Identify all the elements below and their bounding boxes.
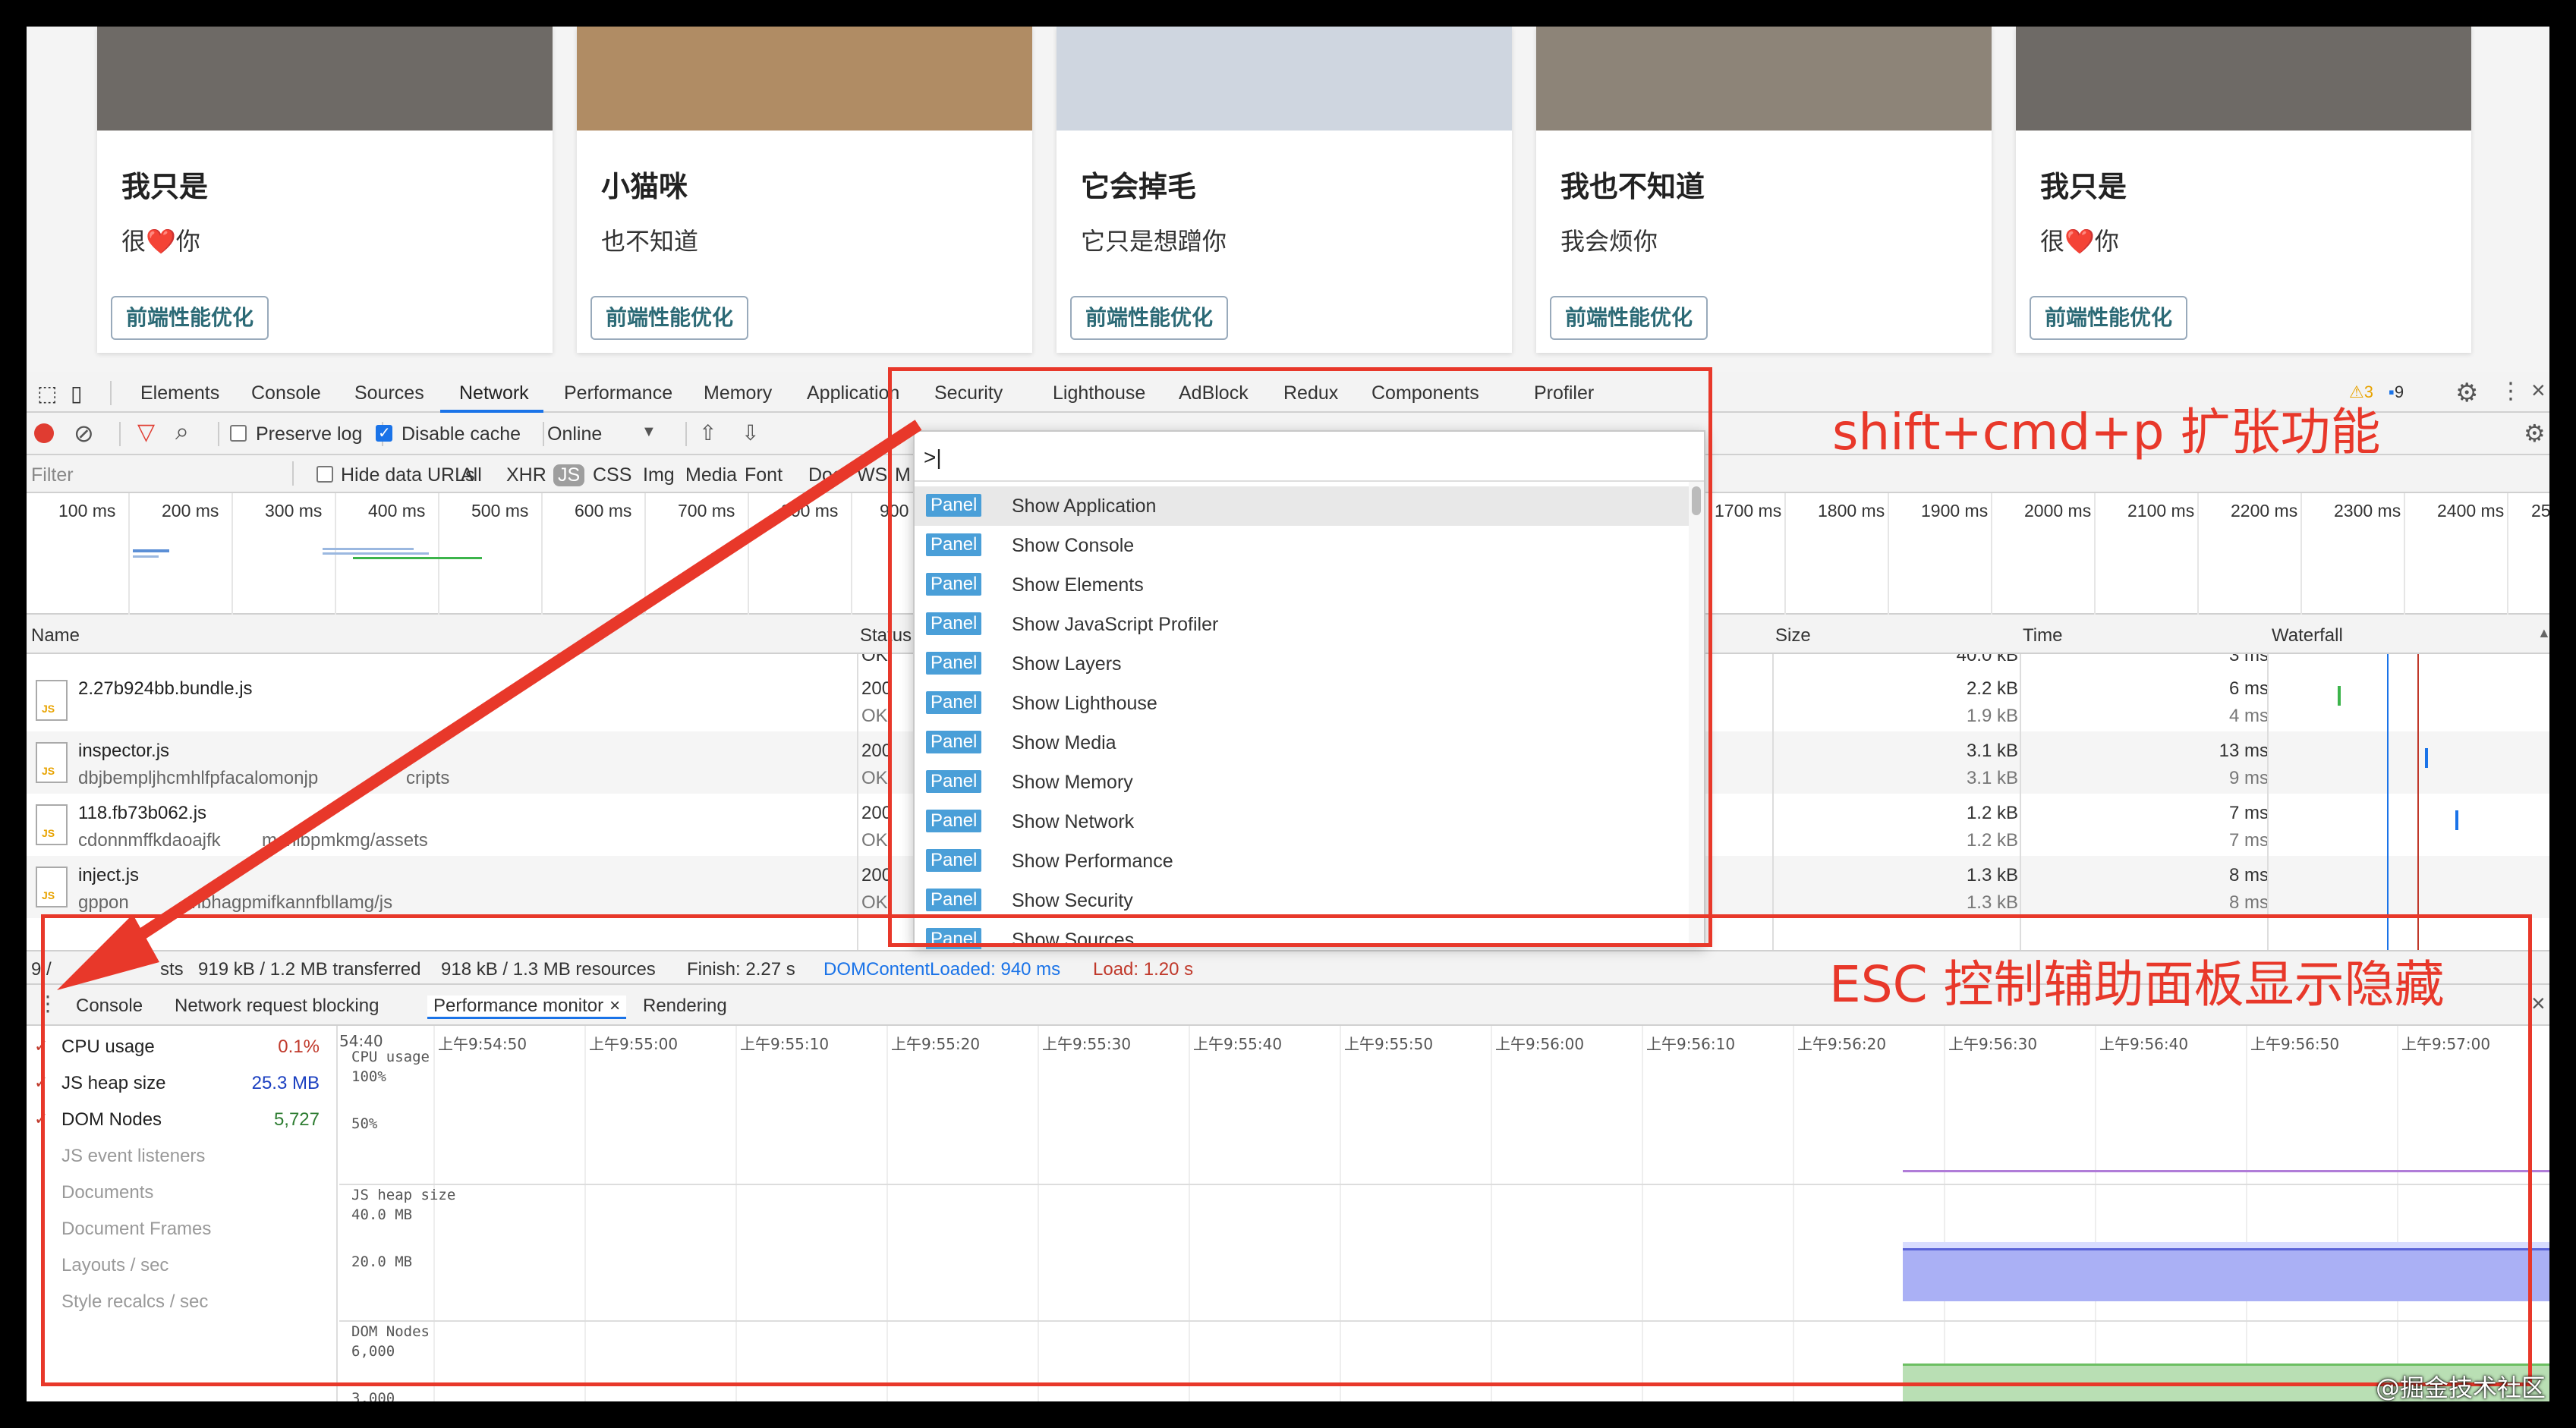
- annotation-arrow: [57, 420, 922, 990]
- arrow-shaft: [87, 420, 922, 973]
- watermark: @掘金技术社区: [2375, 1373, 2546, 1402]
